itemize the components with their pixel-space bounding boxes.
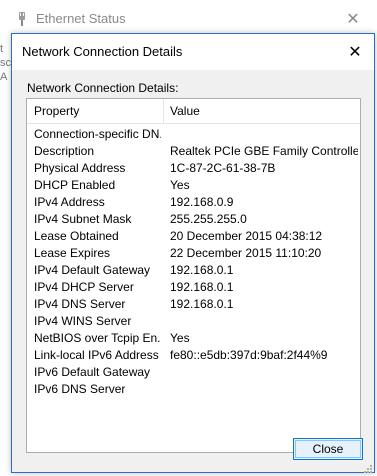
background-text-fragment: A	[0, 71, 8, 83]
table-row[interactable]: Lease Obtained 20 December 2015 04:38:12	[27, 228, 360, 245]
table-row[interactable]: IPv4 DNS Server 192.168.0.1	[27, 296, 360, 313]
ethernet-status-title: Ethernet Status	[36, 11, 126, 26]
table-row[interactable]: IPv4 Default Gateway 192.168.0.1	[27, 262, 360, 279]
property-cell: NetBIOS over Tcpip En...	[34, 331, 161, 345]
property-cell: Link-local IPv6 Address	[34, 348, 159, 362]
column-divider[interactable]	[163, 99, 164, 123]
resize-grip-icon[interactable]	[362, 462, 372, 473]
table-row[interactable]: IPv6 DNS Server	[27, 381, 360, 398]
background-window-content: t sc A	[0, 38, 11, 475]
table-row[interactable]: IPv4 Subnet Mask 255.255.255.0	[27, 211, 360, 228]
table-row[interactable]: DHCP Enabled Yes	[27, 177, 360, 194]
list-header: Property Value	[27, 99, 360, 124]
value-cell: 192.168.0.1	[170, 297, 234, 311]
table-row[interactable]: NetBIOS over Tcpip En... Yes	[27, 330, 360, 347]
close-icon[interactable]: ✕	[344, 42, 366, 64]
table-row[interactable]: Physical Address 1C-87-2C-61-38-7B	[27, 160, 360, 177]
column-header-value[interactable]: Value	[170, 104, 200, 118]
details-label: Network Connection Details:	[27, 81, 179, 95]
property-cell: DHCP Enabled	[34, 178, 116, 192]
property-cell: IPv4 Default Gateway	[34, 263, 151, 277]
table-row[interactable]: IPv4 Address 192.168.0.9	[27, 194, 360, 211]
value-cell: 255.255.255.0	[170, 212, 247, 226]
property-cell: Description	[34, 144, 95, 158]
value-cell: 192.168.0.1	[170, 280, 234, 294]
property-cell: Lease Expires	[34, 246, 111, 260]
property-cell: Physical Address	[34, 161, 126, 175]
value-cell: Yes	[170, 178, 190, 192]
close-button[interactable]: Close	[293, 438, 363, 460]
background-text-fragment: t	[0, 43, 4, 55]
property-cell: IPv6 Default Gateway	[34, 365, 151, 379]
dialog-titlebar: Network Connection Details ✕	[12, 34, 374, 70]
value-cell: 192.168.0.1	[170, 263, 234, 277]
background-text-fragment: sc	[0, 57, 11, 69]
property-cell: IPv4 Address	[34, 195, 105, 209]
value-cell: Realtek PCIe GBE Family Controller	[170, 144, 358, 158]
value-cell: 22 December 2015 11:10:20	[170, 246, 322, 260]
property-cell: IPv4 Subnet Mask	[34, 212, 132, 226]
table-row[interactable]: Lease Expires 22 December 2015 11:10:20	[27, 245, 360, 262]
property-cell: IPv6 DNS Server	[34, 382, 126, 396]
table-row[interactable]: IPv4 DHCP Server 192.168.0.1	[27, 279, 360, 296]
property-cell: IPv4 DHCP Server	[34, 280, 134, 294]
column-header-property[interactable]: Property	[34, 104, 79, 118]
table-row[interactable]: IPv6 Default Gateway	[27, 364, 360, 381]
network-adapter-icon	[16, 11, 28, 27]
table-row[interactable]: Link-local IPv6 Address fe80::e5db:397d:9…	[27, 347, 360, 364]
value-cell: 192.168.0.9	[170, 195, 234, 209]
property-cell: IPv4 DNS Server	[34, 297, 126, 311]
close-icon[interactable]: ✕	[343, 10, 363, 30]
details-list[interactable]: Property Value Connection-specific DN...…	[26, 98, 361, 453]
property-cell: Lease Obtained	[34, 229, 119, 243]
dialog-title: Network Connection Details	[22, 44, 183, 59]
property-cell: Connection-specific DN...	[34, 127, 161, 141]
table-row[interactable]: IPv4 WINS Server	[27, 313, 360, 330]
value-cell: 20 December 2015 04:38:12	[170, 229, 323, 243]
value-cell: 1C-87-2C-61-38-7B	[170, 161, 276, 175]
value-cell: Yes	[170, 331, 190, 345]
close-button-label: Close	[312, 442, 344, 456]
network-connection-details-dialog: Network Connection Details ✕ Network Con…	[11, 33, 375, 473]
table-row[interactable]: Connection-specific DN...	[27, 126, 360, 143]
table-row[interactable]: Description Realtek PCIe GBE Family Contr…	[27, 143, 360, 160]
value-cell: fe80::e5db:397d:9baf:2f44%9	[170, 348, 328, 362]
property-cell: IPv4 WINS Server	[34, 314, 132, 328]
